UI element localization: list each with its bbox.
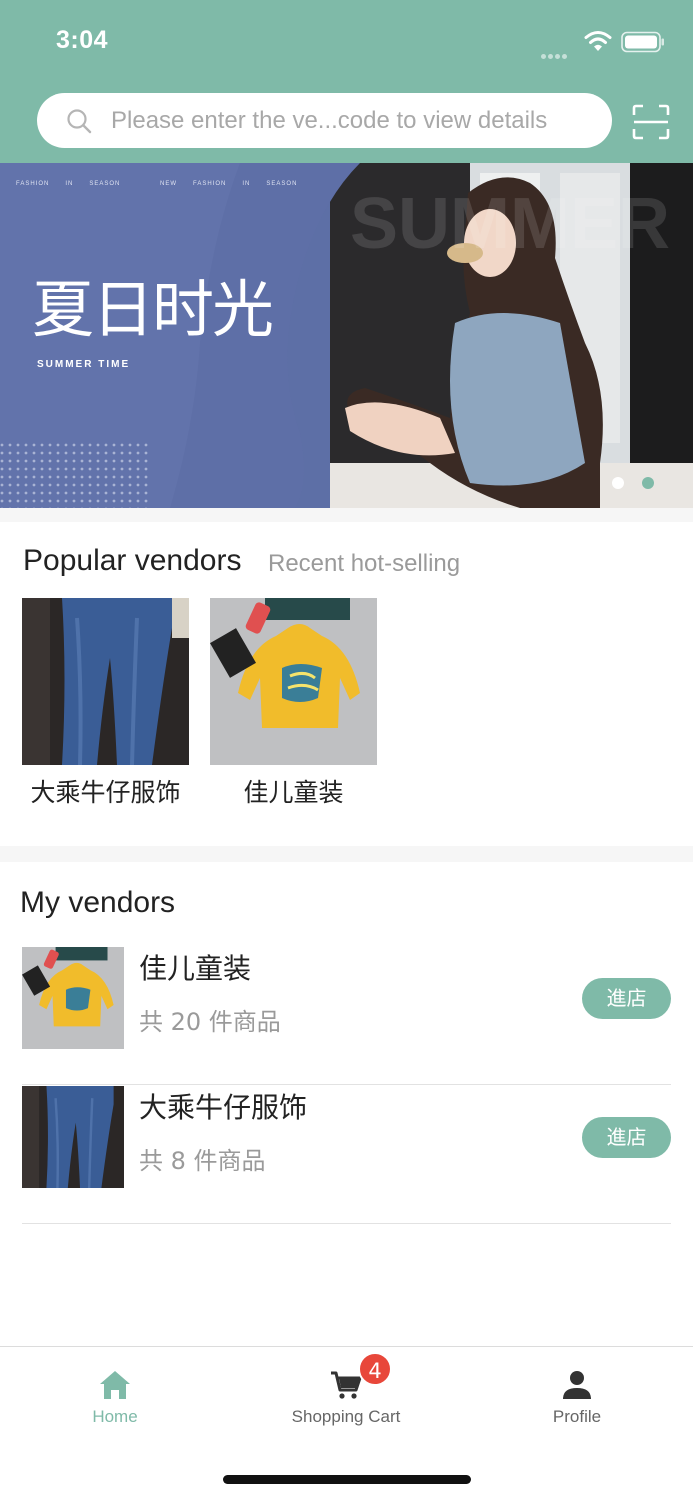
vendor-item-count: 共 8 件商品 <box>139 1147 266 1175</box>
search-icon <box>67 109 92 134</box>
enter-store-button[interactable]: 進店 <box>582 978 671 1019</box>
carousel-dot <box>612 477 624 489</box>
banner-title: 夏日时光 <box>32 273 274 346</box>
popular-vendors-subtitle: Recent hot-selling <box>268 550 461 577</box>
tab-label: Home <box>92 1407 138 1426</box>
cellular-signal-icon <box>541 44 577 59</box>
popular-vendor-name: 大乘牛仔服饰 <box>30 778 181 807</box>
tab-profile[interactable]: Profile <box>487 1369 667 1427</box>
jeans-image <box>22 1086 124 1188</box>
battery-icon <box>621 31 664 53</box>
scan-qr-icon[interactable] <box>632 104 670 140</box>
jeans-image <box>22 598 189 765</box>
status-time: 3:04 <box>56 26 109 54</box>
my-vendors-title: My vendors <box>20 886 176 919</box>
tab-label: Shopping Cart <box>291 1407 401 1426</box>
home-indicator <box>223 1475 471 1484</box>
popular-vendor-card[interactable]: 大乘牛仔服饰 <box>22 598 189 809</box>
tab-shopping-cart[interactable]: 4 Shopping Cart <box>256 1352 436 1427</box>
section-divider <box>0 846 693 862</box>
popular-vendor-name: 佳儿童装 <box>243 778 344 807</box>
wifi-icon <box>584 31 612 51</box>
kids-hoodie-image <box>22 947 124 1049</box>
list-item[interactable]: 大乘牛仔服饰 共 8 件商品 進店 <box>22 1086 671 1224</box>
vendor-name: 佳儿童装 <box>139 952 252 985</box>
vendor-item-count: 共 20 件商品 <box>139 1008 281 1036</box>
tab-home[interactable]: Home <box>25 1369 205 1427</box>
popular-vendors-title: Popular vendors <box>23 544 242 577</box>
carousel-dot-active <box>642 477 654 489</box>
person-icon <box>563 1371 591 1399</box>
vendor-name: 大乘牛仔服饰 <box>139 1091 308 1124</box>
section-divider <box>0 508 693 522</box>
popular-vendor-card[interactable]: 佳儿童装 <box>210 598 377 809</box>
tab-label: Profile <box>552 1407 602 1426</box>
search-placeholder: Please enter the ve...code to view detai… <box>111 107 548 134</box>
enter-store-button[interactable]: 進店 <box>582 1117 671 1158</box>
header-bar: 3:04 Please enter the ve...code to view … <box>0 0 693 163</box>
promo-banner-carousel[interactable]: SUMMER FASHION IN SEASON NEW FASHION IN … <box>0 163 693 508</box>
list-item[interactable]: 佳儿童装 共 20 件商品 進店 <box>22 947 671 1085</box>
cart-count-badge: 4 <box>358 1352 392 1386</box>
carousel-indicator <box>612 474 672 493</box>
banner-subtitle: SUMMER TIME <box>37 359 131 370</box>
search-bar[interactable]: Please enter the ve...code to view detai… <box>37 93 612 148</box>
kids-hoodie-image <box>210 598 377 765</box>
svg-text:SUMMER: SUMMER <box>350 184 670 264</box>
home-icon <box>100 1371 130 1399</box>
